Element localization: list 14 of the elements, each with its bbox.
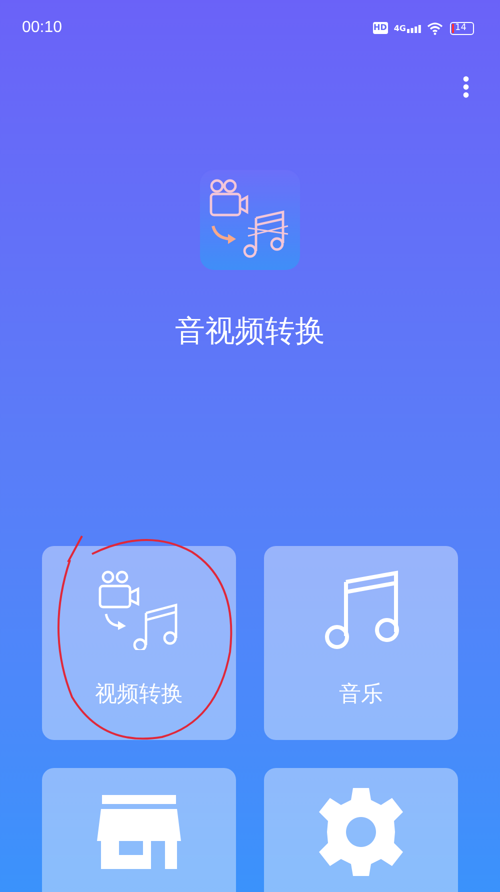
signal-icon: [407, 24, 421, 32]
store-icon: [97, 795, 181, 869]
status-time: 00:10: [22, 18, 62, 38]
tile-button[interactable]: 音乐: [264, 546, 458, 740]
hd-badge: HD: [372, 22, 388, 34]
wifi-icon: [427, 22, 444, 34]
video-to-music-icon: [98, 570, 180, 650]
battery-indicator: 14: [450, 22, 474, 34]
app-logo-icon: [200, 170, 300, 270]
tile-button[interactable]: 视频转换: [42, 546, 236, 740]
network-type: 4G: [394, 24, 406, 32]
app-title: 音视频转换: [175, 313, 325, 351]
more-menu-icon[interactable]: [463, 76, 469, 98]
settings-icon: [317, 788, 405, 876]
